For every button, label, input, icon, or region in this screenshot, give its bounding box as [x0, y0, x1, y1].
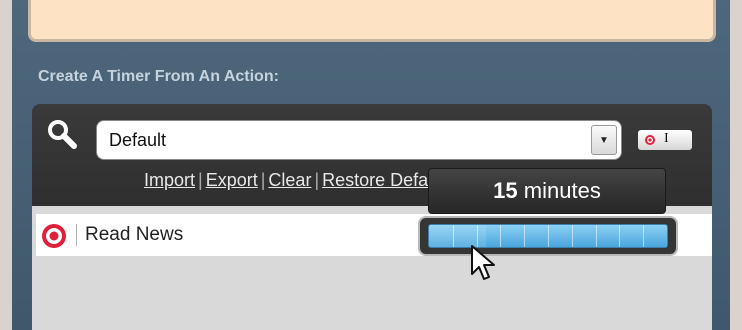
text-cursor-icon: I: [664, 131, 669, 146]
frame-edge-left: [0, 0, 12, 330]
search-icon[interactable]: [46, 118, 78, 150]
action-links: Import | Export | Clear | Restore Default: [144, 170, 447, 191]
dropdown-button[interactable]: ▼: [591, 125, 617, 155]
clear-link[interactable]: Clear: [268, 170, 311, 190]
slider-tick: [595, 225, 597, 247]
edit-mode-button[interactable]: I: [638, 130, 692, 150]
slider-tick: [619, 225, 621, 247]
row-divider: [76, 224, 77, 246]
chevron-down-icon: ▼: [599, 135, 609, 146]
export-link[interactable]: Export: [206, 170, 258, 190]
link-separator: |: [314, 170, 320, 190]
slider-tick: [500, 225, 502, 247]
import-link[interactable]: Import: [144, 170, 195, 190]
duration-slider[interactable]: [418, 216, 678, 256]
slider-tick: [524, 225, 526, 247]
link-separator: |: [198, 170, 203, 190]
duration-unit: minutes: [523, 178, 601, 203]
duration-tooltip: 15 minutes: [428, 168, 666, 214]
section-heading: Create A Timer From An Action:: [38, 68, 279, 85]
target-icon[interactable]: [40, 222, 68, 250]
link-separator: |: [260, 170, 266, 190]
slider-tick: [548, 225, 549, 247]
duration-value: 15: [493, 178, 518, 203]
slider-track[interactable]: [428, 224, 668, 248]
top-panel: [28, 0, 716, 42]
slider-tick: [643, 225, 645, 247]
action-combo[interactable]: Default ▼: [96, 120, 622, 160]
frame-edge-right: [730, 0, 742, 330]
action-combo-value: Default: [109, 130, 167, 150]
target-small-icon: [645, 135, 655, 145]
list-item-label: Read News: [85, 224, 184, 245]
slider-tick: [571, 225, 573, 247]
mouse-cursor-icon: [471, 245, 495, 280]
